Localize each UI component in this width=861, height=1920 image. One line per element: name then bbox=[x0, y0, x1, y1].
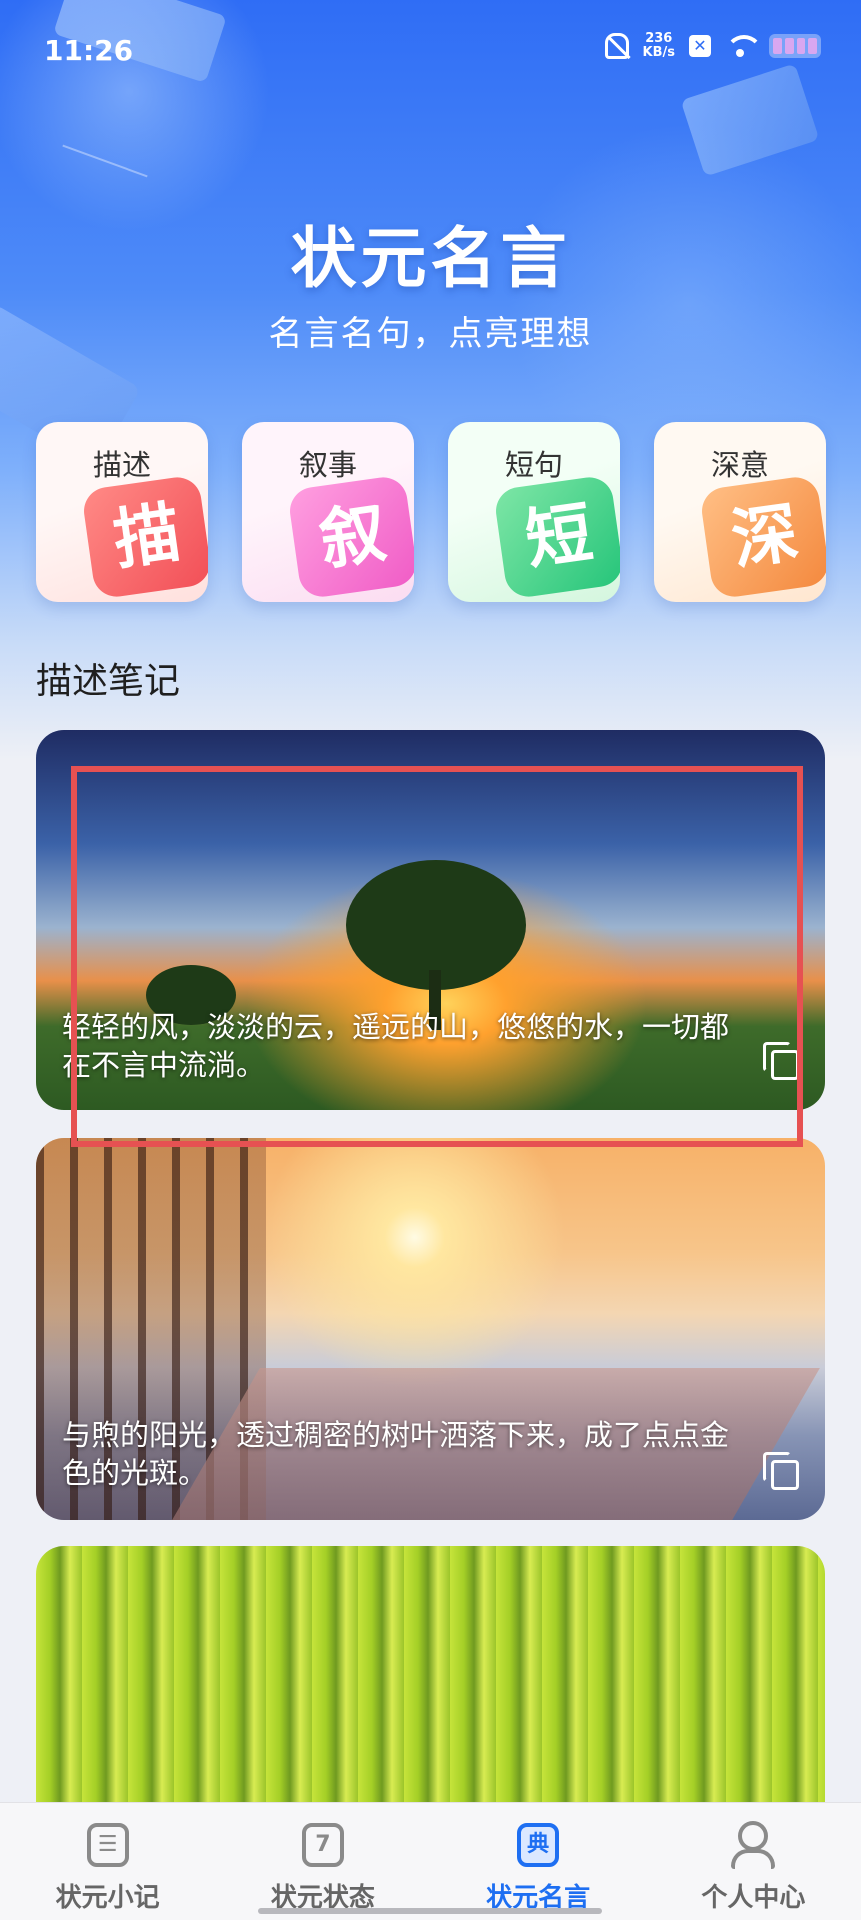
note-text: 轻轻的风，淡淡的云，遥远的山，悠悠的水，一切都在不言中流淌。 bbox=[62, 1010, 730, 1082]
nav-label: 状元小记 bbox=[55, 1883, 160, 1913]
category-card-describe[interactable]: 描述 描 bbox=[36, 422, 208, 602]
dictionary-icon: 典 bbox=[517, 1823, 560, 1867]
notes-icon: ☰ bbox=[86, 1823, 129, 1867]
category-card-narrative[interactable]: 叙事 叙 bbox=[242, 422, 414, 602]
status-icons: 236 KB/s ✕ bbox=[604, 32, 821, 60]
status-time: 11:26 bbox=[44, 34, 134, 67]
nav-label: 个人中心 bbox=[701, 1883, 806, 1913]
copy-icon[interactable] bbox=[763, 1452, 799, 1490]
section-title: 描述笔记 bbox=[36, 661, 181, 702]
page-subtitle: 名言名句，点亮理想 bbox=[268, 314, 593, 354]
x-badge-icon: ✕ bbox=[689, 35, 711, 57]
network-speed-value: 236 bbox=[645, 31, 673, 46]
user-body-icon bbox=[731, 1849, 776, 1869]
category-glyph-icon: 深 bbox=[698, 474, 826, 600]
category-glyph-icon: 描 bbox=[80, 474, 208, 600]
category-card-deep[interactable]: 深意 深 bbox=[654, 422, 826, 602]
category-list: 描述 描 叙事 叙 短句 短 深意 深 bbox=[36, 422, 826, 602]
bottom-nav: ☰ 状元小记 7 状元状态 典 状元名言 个人中心 bbox=[0, 1802, 861, 1920]
user-icon bbox=[738, 1821, 769, 1851]
note-card[interactable]: 轻轻的风，淡淡的云，遥远的山，悠悠的水，一切都在不言中流淌。 bbox=[36, 730, 825, 1110]
nav-item-profile[interactable]: 个人中心 bbox=[646, 1803, 861, 1920]
status-bar: 11:26 236 KB/s ✕ bbox=[0, 0, 861, 100]
battery-icon bbox=[769, 34, 821, 58]
home-indicator[interactable] bbox=[258, 1908, 602, 1914]
category-glyph-icon: 短 bbox=[492, 474, 620, 600]
nav-item-quotes[interactable]: 典 状元名言 bbox=[431, 1803, 646, 1920]
wifi-icon bbox=[725, 35, 763, 57]
page-title: 状元名言 bbox=[290, 220, 571, 297]
calendar-icon: 7 bbox=[301, 1823, 344, 1867]
network-speed-unit: KB/s bbox=[642, 45, 675, 60]
nav-item-status[interactable]: 7 状元状态 bbox=[215, 1803, 430, 1920]
note-text: 与煦的阳光，透过稠密的树叶洒落下来，成了点点金色的光斑。 bbox=[62, 1418, 730, 1490]
network-speed: 236 KB/s bbox=[643, 32, 675, 60]
category-card-short[interactable]: 短句 短 bbox=[448, 422, 620, 602]
copy-icon[interactable] bbox=[763, 1042, 799, 1080]
category-glyph-icon: 叙 bbox=[286, 474, 414, 600]
nav-item-notes[interactable]: ☰ 状元小记 bbox=[0, 1803, 215, 1920]
bell-muted-icon bbox=[604, 33, 629, 59]
note-card[interactable]: 与煦的阳光，透过稠密的树叶洒落下来，成了点点金色的光斑。 bbox=[36, 1138, 825, 1520]
